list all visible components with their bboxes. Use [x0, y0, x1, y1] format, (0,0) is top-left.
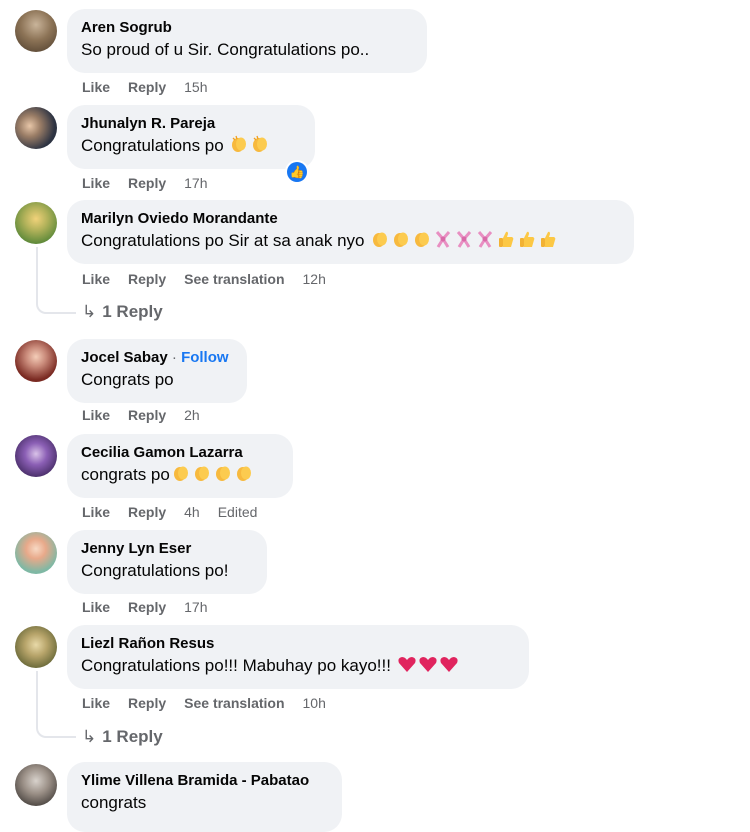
commenter-name[interactable]: Aren Sogrub: [81, 18, 413, 38]
avatar[interactable]: [15, 626, 57, 668]
commenter-name[interactable]: Liezl Rañon Resus: [81, 634, 515, 654]
comment-actions: Like Reply 2h: [82, 406, 218, 424]
comment-actions: Like Reply 17h: [82, 174, 226, 192]
clapping-hands-icon: [192, 463, 212, 490]
avatar[interactable]: [15, 10, 57, 52]
reply-arrow-icon: ↳: [82, 727, 97, 746]
thumbs-up-icon: [517, 229, 537, 256]
comment-bubble: Cecilia Gamon Lazarra congrats po: [67, 434, 293, 498]
comment-text: congrats: [81, 793, 147, 812]
reply-button[interactable]: Reply: [128, 504, 166, 520]
comment-bubble: Jocel Sabay · Follow Congrats po: [67, 339, 247, 403]
reply-button[interactable]: Reply: [128, 271, 166, 287]
see-translation-button[interactable]: See translation: [184, 695, 284, 711]
timestamp[interactable]: 2h: [184, 407, 200, 423]
like-reaction-icon[interactable]: 👍: [285, 160, 309, 184]
avatar[interactable]: [15, 340, 57, 382]
comment-text: Congrats po: [81, 370, 174, 389]
commenter-name[interactable]: Jocel Sabay · Follow: [81, 348, 233, 368]
timestamp[interactable]: 12h: [303, 271, 326, 287]
commenter-name[interactable]: Ylime Villena Bramida - Pabatao: [81, 771, 328, 791]
comment-text: congrats po: [81, 463, 279, 490]
reply-button[interactable]: Reply: [128, 407, 166, 423]
like-button[interactable]: Like: [82, 175, 110, 191]
reply-button[interactable]: Reply: [128, 175, 166, 191]
comment-actions: Like Reply See translation 10h: [82, 694, 344, 712]
reply-button[interactable]: Reply: [128, 695, 166, 711]
reply-button[interactable]: Reply: [128, 79, 166, 95]
timestamp[interactable]: 4h: [184, 504, 200, 520]
view-replies-link[interactable]: ↳ 1 Reply: [82, 301, 163, 323]
comment-text: Congratulations po!: [81, 561, 229, 580]
follow-button[interactable]: Follow: [181, 349, 229, 366]
commenter-name[interactable]: Cecilia Gamon Lazarra: [81, 443, 279, 463]
ribbon-icon: [454, 229, 474, 256]
timestamp[interactable]: 10h: [303, 695, 326, 711]
see-translation-button[interactable]: See translation: [184, 271, 284, 287]
comment-actions: Like Reply 17h: [82, 598, 226, 616]
commenter-name[interactable]: Jhunalyn R. Pareja: [81, 114, 301, 134]
comment-bubble: Liezl Rañon Resus Congratulations po!!! …: [67, 625, 529, 689]
timestamp[interactable]: 17h: [184, 175, 207, 191]
red-heart-icon: [397, 654, 417, 681]
red-heart-icon: [439, 654, 459, 681]
commenter-name[interactable]: Marilyn Oviedo Morandante: [81, 209, 620, 229]
avatar[interactable]: [15, 764, 57, 806]
comment-text: Congratulations po!!! Mabuhay po kayo!!!: [81, 654, 515, 681]
like-button[interactable]: Like: [82, 79, 110, 95]
avatar[interactable]: [15, 107, 57, 149]
comment-bubble: Marilyn Oviedo Morandante Congratulation…: [67, 200, 634, 264]
comment-bubble: Jenny Lyn Eser Congratulations po!: [67, 530, 267, 594]
like-button[interactable]: Like: [82, 599, 110, 615]
ribbon-icon: [433, 229, 453, 256]
comment-text: So proud of u Sir. Congratulations po..: [81, 40, 370, 59]
clapping-hands-icon: [391, 229, 411, 256]
like-button[interactable]: Like: [82, 407, 110, 423]
clapping-hands-icon: [370, 229, 390, 256]
timestamp[interactable]: 17h: [184, 599, 207, 615]
comment-bubble: Ylime Villena Bramida - Pabatao congrats: [67, 762, 342, 832]
clapping-hands-icon: [234, 463, 254, 490]
comment-actions: Like Reply See translation 12h: [82, 270, 344, 288]
view-replies-link[interactable]: ↳ 1 Reply: [82, 726, 163, 748]
comment-bubble: Jhunalyn R. Pareja Congratulations po: [67, 105, 315, 169]
ribbon-icon: [475, 229, 495, 256]
edited-label[interactable]: Edited: [218, 504, 258, 520]
red-heart-icon: [418, 654, 438, 681]
clapping-hands-icon: [250, 134, 270, 161]
comment-text: Congratulations po Sir at sa anak nyo: [81, 229, 620, 256]
avatar[interactable]: [15, 202, 57, 244]
comment-bubble: Aren Sogrub So proud of u Sir. Congratul…: [67, 9, 427, 73]
avatar[interactable]: [15, 435, 57, 477]
thumbs-up-icon: [496, 229, 516, 256]
reply-arrow-icon: ↳: [82, 302, 97, 321]
clapping-hands-icon: [229, 134, 249, 161]
comment-text: Congratulations po: [81, 134, 301, 161]
like-button[interactable]: Like: [82, 504, 110, 520]
like-button[interactable]: Like: [82, 695, 110, 711]
clapping-hands-icon: [171, 463, 191, 490]
avatar[interactable]: [15, 532, 57, 574]
reply-button[interactable]: Reply: [128, 599, 166, 615]
commenter-name[interactable]: Jenny Lyn Eser: [81, 539, 253, 559]
comment-actions: Like Reply 4h Edited: [82, 503, 275, 521]
like-button[interactable]: Like: [82, 271, 110, 287]
timestamp[interactable]: 15h: [184, 79, 207, 95]
clapping-hands-icon: [412, 229, 432, 256]
thumbs-up-icon: [538, 229, 558, 256]
comment-actions: Like Reply 15h: [82, 78, 226, 96]
clapping-hands-icon: [213, 463, 233, 490]
